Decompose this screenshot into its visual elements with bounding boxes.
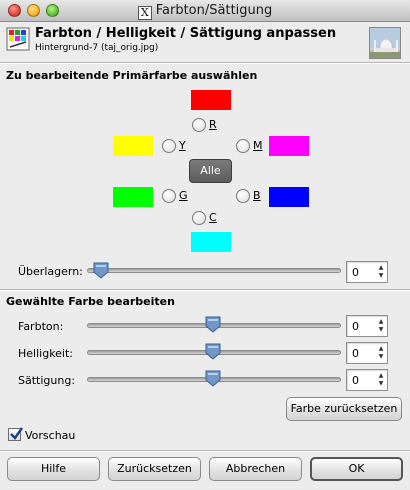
lightness-slider-thumb[interactable] xyxy=(205,343,221,360)
title-bar: X Farbton/Sättigung xyxy=(0,0,410,22)
header-separator xyxy=(0,62,410,64)
section-separator xyxy=(0,289,410,291)
swatch-red xyxy=(191,90,231,110)
lightness-spinbutton[interactable]: 0 ▲ ▼ xyxy=(346,342,388,364)
all-colors-button[interactable]: Alle xyxy=(189,159,232,183)
radio-blue-label: B xyxy=(253,189,261,202)
saturation-spinbutton[interactable]: 0 ▲ ▼ xyxy=(346,369,388,391)
help-button[interactable]: Hilfe xyxy=(7,457,100,481)
overlap-value: 0 xyxy=(352,266,359,279)
radio-green[interactable] xyxy=(162,189,176,203)
saturation-label: Sättigung: xyxy=(18,374,76,387)
overlap-slider-track[interactable] xyxy=(87,268,341,273)
window-title: Farbton/Sättigung xyxy=(155,3,273,18)
spin-arrows-icon[interactable]: ▲ ▼ xyxy=(377,345,385,361)
swatch-cyan xyxy=(191,232,231,252)
checkmark-icon xyxy=(10,427,23,440)
spin-arrows-icon[interactable]: ▲ ▼ xyxy=(377,318,385,334)
hue-label: Farbton: xyxy=(18,320,64,333)
saturation-slider-thumb[interactable] xyxy=(205,370,221,387)
hue-value: 0 xyxy=(352,320,359,333)
radio-yellow-label: Y xyxy=(179,139,186,152)
radio-yellow[interactable] xyxy=(162,139,176,153)
image-thumbnail xyxy=(369,27,401,59)
image-name: Hintergrund-7 (taj_orig.jpg) xyxy=(35,43,159,53)
dialog-title: Farbton / Helligkeit / Sättigung anpasse… xyxy=(35,26,337,41)
overlap-spinbutton[interactable]: 0 ▲ ▼ xyxy=(346,261,388,283)
reset-button[interactable]: Zurücksetzen xyxy=(108,457,201,481)
lightness-value: 0 xyxy=(352,347,359,360)
radio-cyan-label: C xyxy=(209,211,217,224)
window-title-wrap: X Farbton/Sättigung xyxy=(0,3,410,20)
hue-spinbutton[interactable]: 0 ▲ ▼ xyxy=(346,315,388,337)
swatch-magenta xyxy=(269,136,309,156)
reset-color-button[interactable]: Farbe zurücksetzen xyxy=(286,397,402,421)
x11-icon: X xyxy=(137,6,152,20)
overlap-label-text: Überlagern: xyxy=(18,265,83,278)
saturation-value: 0 xyxy=(352,374,359,387)
primary-color-heading: Zu bearbeitende Primärfarbe auswählen xyxy=(6,69,258,82)
spin-arrows-icon[interactable]: ▲ ▼ xyxy=(377,372,385,388)
edit-color-heading: Gewählte Farbe bearbeiten xyxy=(6,295,175,308)
swatch-blue xyxy=(269,187,309,207)
swatch-green xyxy=(113,187,153,207)
radio-blue[interactable] xyxy=(236,189,250,203)
radio-magenta-label: M xyxy=(253,139,263,152)
swatch-yellow xyxy=(113,136,153,156)
cancel-button[interactable]: Abbrechen xyxy=(209,457,302,481)
footer-separator xyxy=(0,450,410,452)
radio-green-label: G xyxy=(179,189,188,202)
overlap-label: Überlagern: xyxy=(18,265,83,278)
radio-magenta[interactable] xyxy=(236,139,250,153)
preview-label: Vorschau xyxy=(25,429,76,442)
taj-mahal-thumbnail-icon xyxy=(370,28,400,58)
ok-button[interactable]: OK xyxy=(310,457,403,481)
spin-arrows-icon[interactable]: ▲ ▼ xyxy=(377,264,385,280)
hue-saturation-icon xyxy=(6,27,30,51)
radio-red[interactable] xyxy=(192,118,206,132)
overlap-slider-thumb[interactable] xyxy=(93,262,109,279)
preview-checkbox[interactable] xyxy=(8,427,23,441)
hue-slider-thumb[interactable] xyxy=(205,316,221,333)
radio-red-label: R xyxy=(209,118,217,131)
lightness-label: Helligkeit: xyxy=(18,347,74,360)
all-colors-label: Alle xyxy=(200,164,221,177)
radio-cyan[interactable] xyxy=(192,211,206,225)
